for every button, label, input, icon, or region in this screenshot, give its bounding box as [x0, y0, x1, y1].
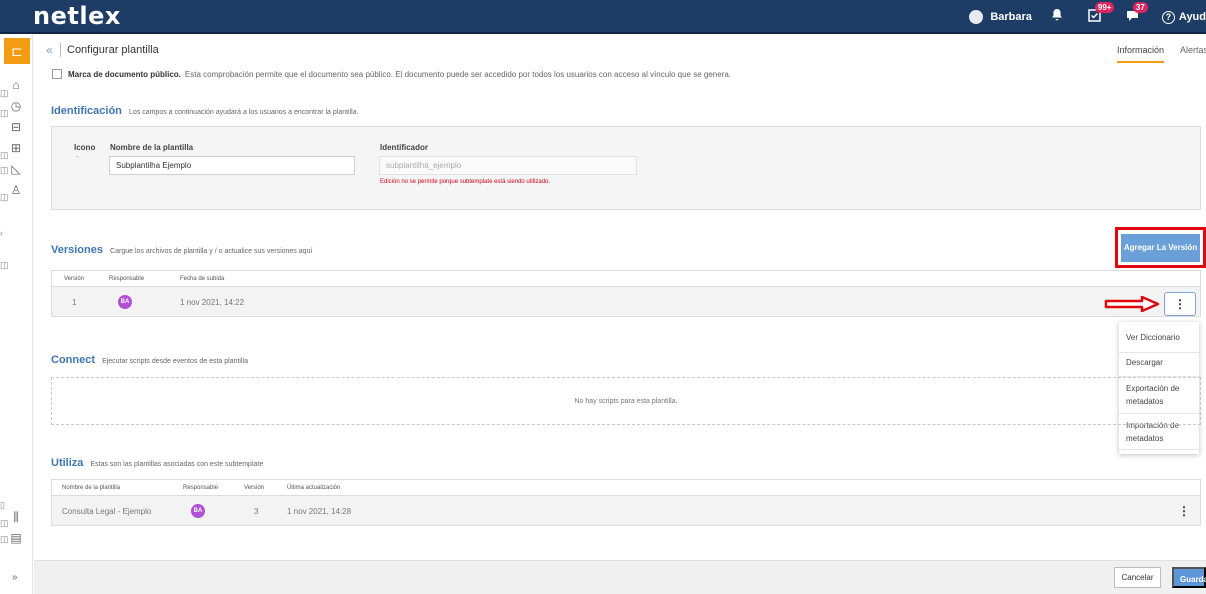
sidebar: ⊏ ⌂ ◷ ⊟ ⊞ ◺ ♙ ⫼ ▤ — [0, 34, 33, 594]
public-document-description: Esta comprobación permite que el documen… — [184, 69, 732, 79]
help-icon: ? — [1161, 10, 1175, 24]
identification-description: Los campos a continuación ayudará a los … — [128, 109, 359, 116]
tasks-icon[interactable]: 99+ — [1086, 2, 1115, 26]
identification-section-title: Identificación Los campos a continuación… — [51, 105, 359, 117]
version-actions-button[interactable]: ⋮ — [1164, 292, 1196, 316]
col-responsable: Responsable — [109, 276, 145, 282]
bell-icon[interactable] — [1048, 8, 1066, 26]
versions-table-header: Versión Responsable Fecha de subida — [51, 270, 1201, 286]
connect-description: Ejecutar scripts desde eventos de esta p… — [102, 358, 248, 365]
chart-icon[interactable]: ◺ — [6, 160, 26, 178]
user-menu[interactable]: Barbara — [969, 10, 1032, 24]
sidebar-edge-mark: ◫ — [0, 260, 9, 270]
updated-date: 1 nov 2021, 14:28 — [287, 507, 352, 516]
uses-section-title: Utiliza Estas son las plantillas asociad… — [51, 457, 263, 469]
sidebar-edge-mark: ◫ — [0, 88, 9, 98]
uses-title: Utiliza — [51, 457, 84, 469]
user-avatar — [969, 10, 984, 24]
back-chevron-icon[interactable]: « — [46, 43, 53, 57]
versions-section-title: Versiones Cargue los archivos de plantil… — [51, 244, 312, 256]
table-row[interactable]: 1 BA 1 nov 2021, 14:22 — [51, 286, 1201, 317]
settings-sliders-icon[interactable]: ⫼ — [6, 508, 26, 526]
version-number: 1 — [72, 298, 77, 307]
identifier-error-message: Edición no se permite porque subtemplate… — [380, 179, 551, 185]
template-version: 3 — [254, 507, 259, 516]
template-name-label: Nombre de la plantilla — [110, 143, 194, 152]
highlight-frame — [1115, 227, 1206, 268]
tab-alertas[interactable]: Alertas — [1180, 45, 1206, 55]
help-menu[interactable]: ? Ayud — [1161, 10, 1206, 24]
identifier-input: subplantilha_ejemplo — [379, 156, 637, 175]
tasks-badge: 99+ — [1094, 2, 1115, 13]
messages-icon[interactable]: 37 — [1124, 2, 1148, 26]
icon-selector[interactable]: - — [76, 152, 79, 161]
top-navigation-bar: netlex Barbara 99+ 37 ? Ayud — [0, 0, 1206, 34]
expand-sidebar-icon[interactable]: » — [12, 572, 18, 583]
connect-section-title: Connect Ejecutar scripts desde eventos d… — [51, 354, 248, 366]
tab-informacion[interactable]: Información — [1117, 45, 1165, 63]
document-icon[interactable]: ⊟ — [6, 118, 26, 136]
avatar: BA — [191, 504, 205, 518]
col-ultima-actualizacion: Última actualización — [287, 485, 341, 491]
identification-title: Identificación — [51, 105, 122, 117]
main-content: « Configurar plantilla Información Alert… — [34, 34, 1206, 560]
sidebar-edge-mark: ◫ — [0, 534, 9, 544]
col-fecha-subida: Fecha de subida — [180, 276, 225, 282]
versions-description: Cargue los archivos de plantilla y / o a… — [110, 248, 313, 255]
page-header: « Configurar plantilla Información Alert… — [34, 34, 1206, 66]
clock-icon[interactable]: ◷ — [6, 97, 26, 115]
save-button[interactable]: Guarda — [1172, 567, 1206, 588]
sidebar-edge-mark: ‹ — [0, 228, 3, 238]
home-icon[interactable]: ⌂ — [6, 76, 26, 94]
connect-title: Connect — [51, 354, 95, 366]
menu-divider — [1119, 352, 1199, 353]
menu-item-descargar[interactable]: Descargar — [1126, 356, 1192, 369]
folder-icon[interactable]: ⊞ — [6, 139, 26, 157]
page-title: Configurar plantilla — [67, 44, 159, 56]
sidebar-edge-mark: ◫ — [0, 108, 9, 118]
red-arrow-icon — [1104, 296, 1160, 312]
calendar-icon[interactable]: ▤ — [6, 529, 26, 547]
table-row[interactable]: Consulta Legal - Ejemplo BA 3 1 nov 2021… — [51, 495, 1201, 526]
col-version: Versión — [244, 485, 265, 491]
uses-row-actions-button[interactable]: ⋮ — [1178, 504, 1190, 518]
public-document-checkbox[interactable] — [52, 69, 62, 79]
template-name[interactable]: Consulta Legal - Ejemplo — [62, 507, 151, 516]
messages-badge: 37 — [1132, 2, 1148, 13]
col-nombre-plantilla: Nombre de la plantilla — [62, 485, 121, 491]
uses-description: Estas son las plantillas asociadas con e… — [90, 461, 264, 468]
identifier-label: Identificador — [380, 143, 429, 152]
col-responsable: Responsable — [183, 485, 219, 491]
header-divider — [60, 43, 61, 57]
sidebar-edge-mark: ◫ — [0, 165, 9, 175]
public-document-label: Marca de documento público. — [68, 69, 181, 79]
topbar-actions: Barbara 99+ 37 ? Ayud — [969, 0, 1206, 34]
public-document-row: Marca de documento público. Esta comprob… — [52, 69, 731, 79]
sidebar-edge-mark: ◫ — [0, 518, 9, 528]
templates-icon[interactable]: ⊏ — [4, 38, 30, 64]
identification-panel: Icono - Nombre de la plantilla Subplanti… — [51, 126, 1201, 210]
connect-empty-state: No hay scripts para esta plantilla. — [51, 377, 1201, 425]
template-name-input[interactable]: Subplantilha Ejemplo — [109, 156, 355, 175]
sidebar-edge-mark: ▯ — [0, 500, 5, 510]
people-icon[interactable]: ♙ — [6, 181, 26, 199]
menu-divider — [1119, 449, 1199, 450]
netlex-logo[interactable]: netlex — [33, 2, 121, 30]
help-label: Ayud — [1178, 11, 1206, 23]
user-name: Barbara — [990, 11, 1032, 23]
page-footer: Cancelar Guarda — [34, 560, 1206, 594]
menu-item-ver-diccionario[interactable]: Ver Diccionario — [1126, 331, 1192, 344]
sidebar-edge-mark: ◫ — [0, 192, 9, 202]
cancel-button[interactable]: Cancelar — [1114, 567, 1161, 588]
avatar: BA — [118, 295, 132, 309]
sidebar-edge-mark: ◫ — [0, 150, 9, 160]
icon-field-label: Icono — [74, 143, 96, 152]
col-version: Versión — [64, 276, 85, 282]
upload-date: 1 nov 2021, 14:22 — [180, 298, 245, 307]
versions-title: Versiones — [51, 244, 103, 256]
uses-table-header: Nombre de la plantilla Responsable Versi… — [51, 479, 1201, 495]
